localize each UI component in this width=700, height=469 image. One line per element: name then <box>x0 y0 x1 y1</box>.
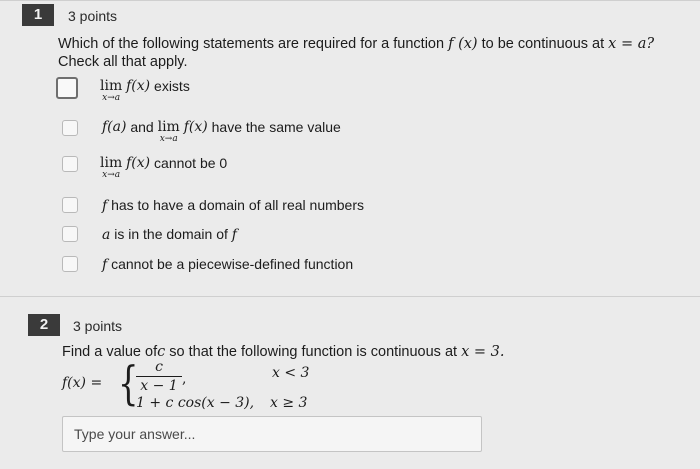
option-math: f <box>102 257 108 273</box>
option-3-checkbox[interactable] <box>62 156 78 172</box>
question-number-badge: 2 <box>28 314 60 336</box>
option-3-label: lim x→a f(x) cannot be 0 <box>100 155 227 180</box>
option-6-checkbox[interactable] <box>62 256 78 272</box>
option-text: cannot be 0 <box>154 155 228 171</box>
option-math: f(x) <box>126 78 151 94</box>
piece-1-comma: , <box>182 371 187 387</box>
option-math: f(a) <box>102 119 127 135</box>
option-1-checkbox[interactable] <box>56 77 78 99</box>
option-6-label: f cannot be a piecewise-defined function <box>102 256 353 273</box>
option-4-checkbox[interactable] <box>62 197 78 213</box>
question-divider <box>0 296 700 297</box>
fraction: c x − 1 <box>136 359 182 394</box>
option-5-checkbox[interactable] <box>62 226 78 242</box>
fraction-numerator: c <box>155 359 163 375</box>
option-text: has to have a domain of all real numbers <box>111 197 365 213</box>
option-text: and <box>130 119 154 135</box>
prompt-text: so that the following function is contin… <box>169 344 458 360</box>
fraction-denominator: x − 1 <box>140 378 178 394</box>
question-points: 3 points <box>73 318 123 334</box>
limit-notation: lim x→a <box>100 78 123 103</box>
question-prompt: Which of the following statements are re… <box>58 35 654 53</box>
option-text: exists <box>154 78 190 94</box>
prompt-math-x: x = 3. <box>461 344 505 360</box>
option-2-checkbox[interactable] <box>62 120 78 136</box>
top-divider <box>0 0 700 1</box>
prompt-text: Find a value of <box>62 344 158 360</box>
option-text: is in the domain of <box>114 226 228 242</box>
prompt-math-xa: x = a? <box>608 36 655 52</box>
option-4-label: f has to have a domain of all real numbe… <box>102 197 364 214</box>
prompt-math-c: c <box>157 344 166 360</box>
question-points: 3 points <box>68 8 118 24</box>
function-lhs: f(x) = <box>62 375 103 391</box>
condition-2: x ≥ 3 <box>270 395 308 411</box>
limit-notation: lim x→a <box>100 155 123 180</box>
prompt-text: Which of the following statements are re… <box>58 36 445 52</box>
piece-2-expression: 1 + c cos(x − 3), <box>136 395 255 411</box>
option-math: f(x) <box>183 119 208 135</box>
option-text: have the same value <box>211 119 341 135</box>
prompt-text: to be continuous at <box>481 36 605 52</box>
option-2-label: f(a) and lim x→a f(x) have the same value <box>102 119 341 144</box>
option-math: a <box>102 227 111 243</box>
limit-notation: lim x→a <box>157 119 180 144</box>
condition-1: x < 3 <box>272 365 310 381</box>
option-math: f <box>102 198 108 214</box>
fraction-bar <box>136 376 182 377</box>
option-text: cannot be a piecewise-defined function <box>111 256 354 272</box>
answer-input[interactable]: Type your answer... <box>62 416 482 452</box>
question-number-badge: 1 <box>22 4 54 26</box>
option-5-label: a is in the domain of f <box>102 226 237 243</box>
option-math: f(x) <box>126 155 151 171</box>
prompt-instruction: Check all that apply. <box>58 54 188 70</box>
option-1-label: lim x→a f(x) exists <box>100 78 190 103</box>
prompt-math-fx: f (x) <box>448 36 478 52</box>
option-math: f <box>231 227 237 243</box>
